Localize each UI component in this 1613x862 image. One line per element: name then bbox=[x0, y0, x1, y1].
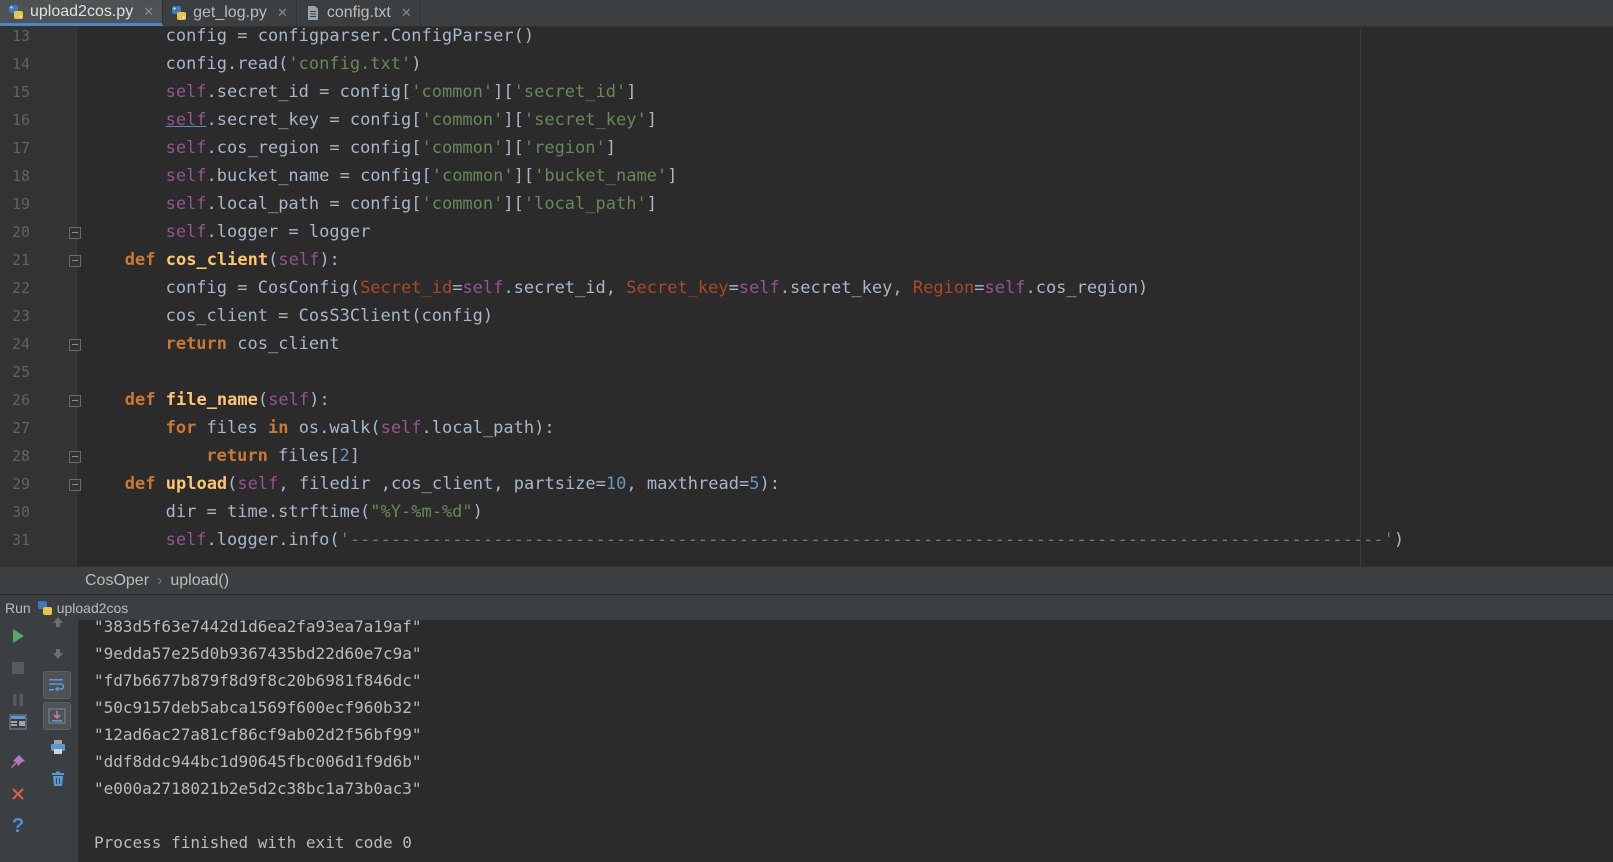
ide-window: upload2cos.py ✕ get_log.py ✕ config.txt … bbox=[0, 0, 1613, 862]
editor-tab-bar: upload2cos.py ✕ get_log.py ✕ config.txt … bbox=[0, 0, 1613, 27]
code-line: self.cos_region = config['common']['regi… bbox=[165, 138, 616, 158]
line-number: 29 bbox=[11, 475, 30, 493]
python-file-icon bbox=[172, 6, 187, 20]
run-toolbar: ? bbox=[0, 617, 79, 862]
line-number: 16 bbox=[11, 111, 30, 129]
line-number: 17 bbox=[11, 139, 30, 157]
code-line: self.logger = logger bbox=[165, 222, 371, 242]
help-button[interactable]: ? bbox=[4, 812, 32, 840]
line-number-gutter: 13 14 15 16 17 18 19 20 21 22 23 24 25 2… bbox=[0, 27, 81, 566]
code-line: def upload(self, filedir ,cos_client, pa… bbox=[124, 474, 780, 494]
soft-wrap-button[interactable] bbox=[43, 671, 71, 699]
breadcrumb-class[interactable]: CosOper bbox=[85, 572, 149, 590]
trash-icon bbox=[52, 771, 64, 786]
tab-config[interactable]: config.txt ✕ bbox=[297, 0, 421, 26]
previous-occurrence-button[interactable] bbox=[44, 608, 72, 636]
code-line: return cos_client bbox=[165, 334, 340, 354]
python-file-icon bbox=[9, 4, 23, 19]
print-icon bbox=[51, 740, 65, 754]
pin-tab-button[interactable] bbox=[4, 748, 32, 776]
line-number: 31 bbox=[11, 531, 30, 549]
pause-icon bbox=[13, 694, 23, 706]
code-line: self.local_path = config['common']['loca… bbox=[165, 194, 657, 214]
breadcrumb-method[interactable]: upload() bbox=[170, 572, 229, 590]
close-icon[interactable]: ✕ bbox=[401, 5, 412, 21]
run-panel: ? "383d5f63e7442d1d6ea2fa93ea7a19af" "9e… bbox=[0, 617, 1613, 862]
code-line: config = configparser.ConfigParser() bbox=[165, 27, 535, 46]
code-line: self.bucket_name = config['common']['buc… bbox=[165, 166, 678, 186]
line-number: 19 bbox=[11, 195, 30, 213]
stop-icon bbox=[12, 662, 24, 674]
line-number: 15 bbox=[11, 83, 30, 101]
pin-icon bbox=[11, 755, 25, 768]
tab-label: config.txt bbox=[326, 4, 391, 21]
scroll-to-end-button[interactable] bbox=[43, 702, 71, 730]
code-editor[interactable]: 13 14 15 16 17 18 19 20 21 22 23 24 25 2… bbox=[0, 27, 1613, 566]
line-number: 26 bbox=[11, 391, 30, 409]
line-number: 14 bbox=[11, 55, 30, 73]
close-icon[interactable]: ✕ bbox=[143, 4, 154, 20]
line-number: 28 bbox=[11, 447, 30, 465]
scroll-to-end-icon bbox=[48, 708, 66, 724]
rerun-button[interactable] bbox=[4, 622, 32, 650]
code-line: return files[2] bbox=[206, 446, 360, 466]
code-line: config = CosConfig(Secret_id=self.secret… bbox=[165, 278, 1149, 298]
tab-get-log[interactable]: get_log.py ✕ bbox=[163, 0, 297, 26]
console-line: "e000a2718021b2e5d2c38bc1a73b0ac3" bbox=[94, 779, 422, 798]
tab-label: get_log.py bbox=[193, 4, 267, 21]
console-line: "fd7b6677b879f8d9f8c20b6981f846dc" bbox=[94, 671, 422, 690]
breadcrumb: CosOper › upload() bbox=[0, 566, 1613, 595]
next-occurrence-button[interactable] bbox=[44, 640, 72, 668]
arrow-up-icon bbox=[53, 617, 63, 627]
console-line: "50c9157deb5abca1569f600ecf960b32" bbox=[94, 698, 422, 717]
text-file-icon bbox=[307, 6, 318, 20]
tab-upload2cos[interactable]: upload2cos.py ✕ bbox=[0, 0, 164, 26]
code-line: self.secret_key = config['common']['secr… bbox=[165, 110, 657, 130]
question-mark-icon: ? bbox=[11, 814, 25, 837]
layout-icon bbox=[9, 714, 27, 730]
line-number: 30 bbox=[11, 503, 30, 521]
restore-layout-button[interactable] bbox=[4, 708, 32, 736]
tab-label: upload2cos.py bbox=[30, 2, 134, 20]
code-line: self.secret_id = config['common']['secre… bbox=[165, 82, 637, 102]
console-line: "12ad6ac27a81cf86cf9ab02d2f56bf99" bbox=[94, 725, 422, 744]
code-content[interactable]: config = configparser.ConfigParser() conf… bbox=[76, 27, 1613, 566]
right-margin-guide bbox=[1360, 27, 1361, 566]
line-number: 27 bbox=[11, 419, 30, 437]
code-line: dir = time.strftime("%Y-%m-%d") bbox=[165, 502, 483, 522]
code-line: config.read('config.txt') bbox=[165, 54, 422, 74]
run-label: Run bbox=[5, 600, 31, 616]
console-line: "9edda57e25d0b9367435bd22d60e7c9a" bbox=[94, 644, 422, 663]
soft-wrap-icon bbox=[49, 679, 65, 692]
line-number: 23 bbox=[11, 307, 30, 325]
chevron-right-icon: › bbox=[157, 572, 163, 589]
console-output[interactable]: "383d5f63e7442d1d6ea2fa93ea7a19af" "9edd… bbox=[78, 617, 1613, 862]
code-line: cos_client = CosS3Client(config) bbox=[165, 306, 494, 326]
line-number: 25 bbox=[11, 363, 30, 381]
console-line: "ddf8ddc944bc1d90645fbc006d1f9d6b" bbox=[94, 752, 422, 771]
play-icon bbox=[13, 629, 24, 643]
close-run-button[interactable] bbox=[4, 780, 32, 808]
line-number: 18 bbox=[11, 167, 30, 185]
code-line: def file_name(self): bbox=[124, 390, 330, 410]
close-icon bbox=[12, 788, 24, 800]
code-line: for files in os.walk(self.local_path): bbox=[165, 418, 555, 438]
clear-all-button[interactable] bbox=[44, 765, 72, 793]
line-number: 22 bbox=[11, 279, 30, 297]
code-line: def cos_client(self): bbox=[124, 250, 340, 270]
arrow-down-icon bbox=[53, 649, 63, 659]
close-icon[interactable]: ✕ bbox=[277, 5, 288, 21]
console-line: Process finished with exit code 0 bbox=[94, 833, 412, 852]
code-line: self.logger.info('----------------------… bbox=[165, 530, 1405, 550]
stop-button[interactable] bbox=[4, 654, 32, 682]
console-line: "383d5f63e7442d1d6ea2fa93ea7a19af" bbox=[94, 617, 422, 636]
print-button[interactable] bbox=[44, 733, 72, 761]
line-number: 21 bbox=[11, 251, 30, 269]
line-number: 20 bbox=[11, 223, 30, 241]
line-number: 24 bbox=[11, 335, 30, 353]
line-number: 13 bbox=[11, 27, 30, 45]
